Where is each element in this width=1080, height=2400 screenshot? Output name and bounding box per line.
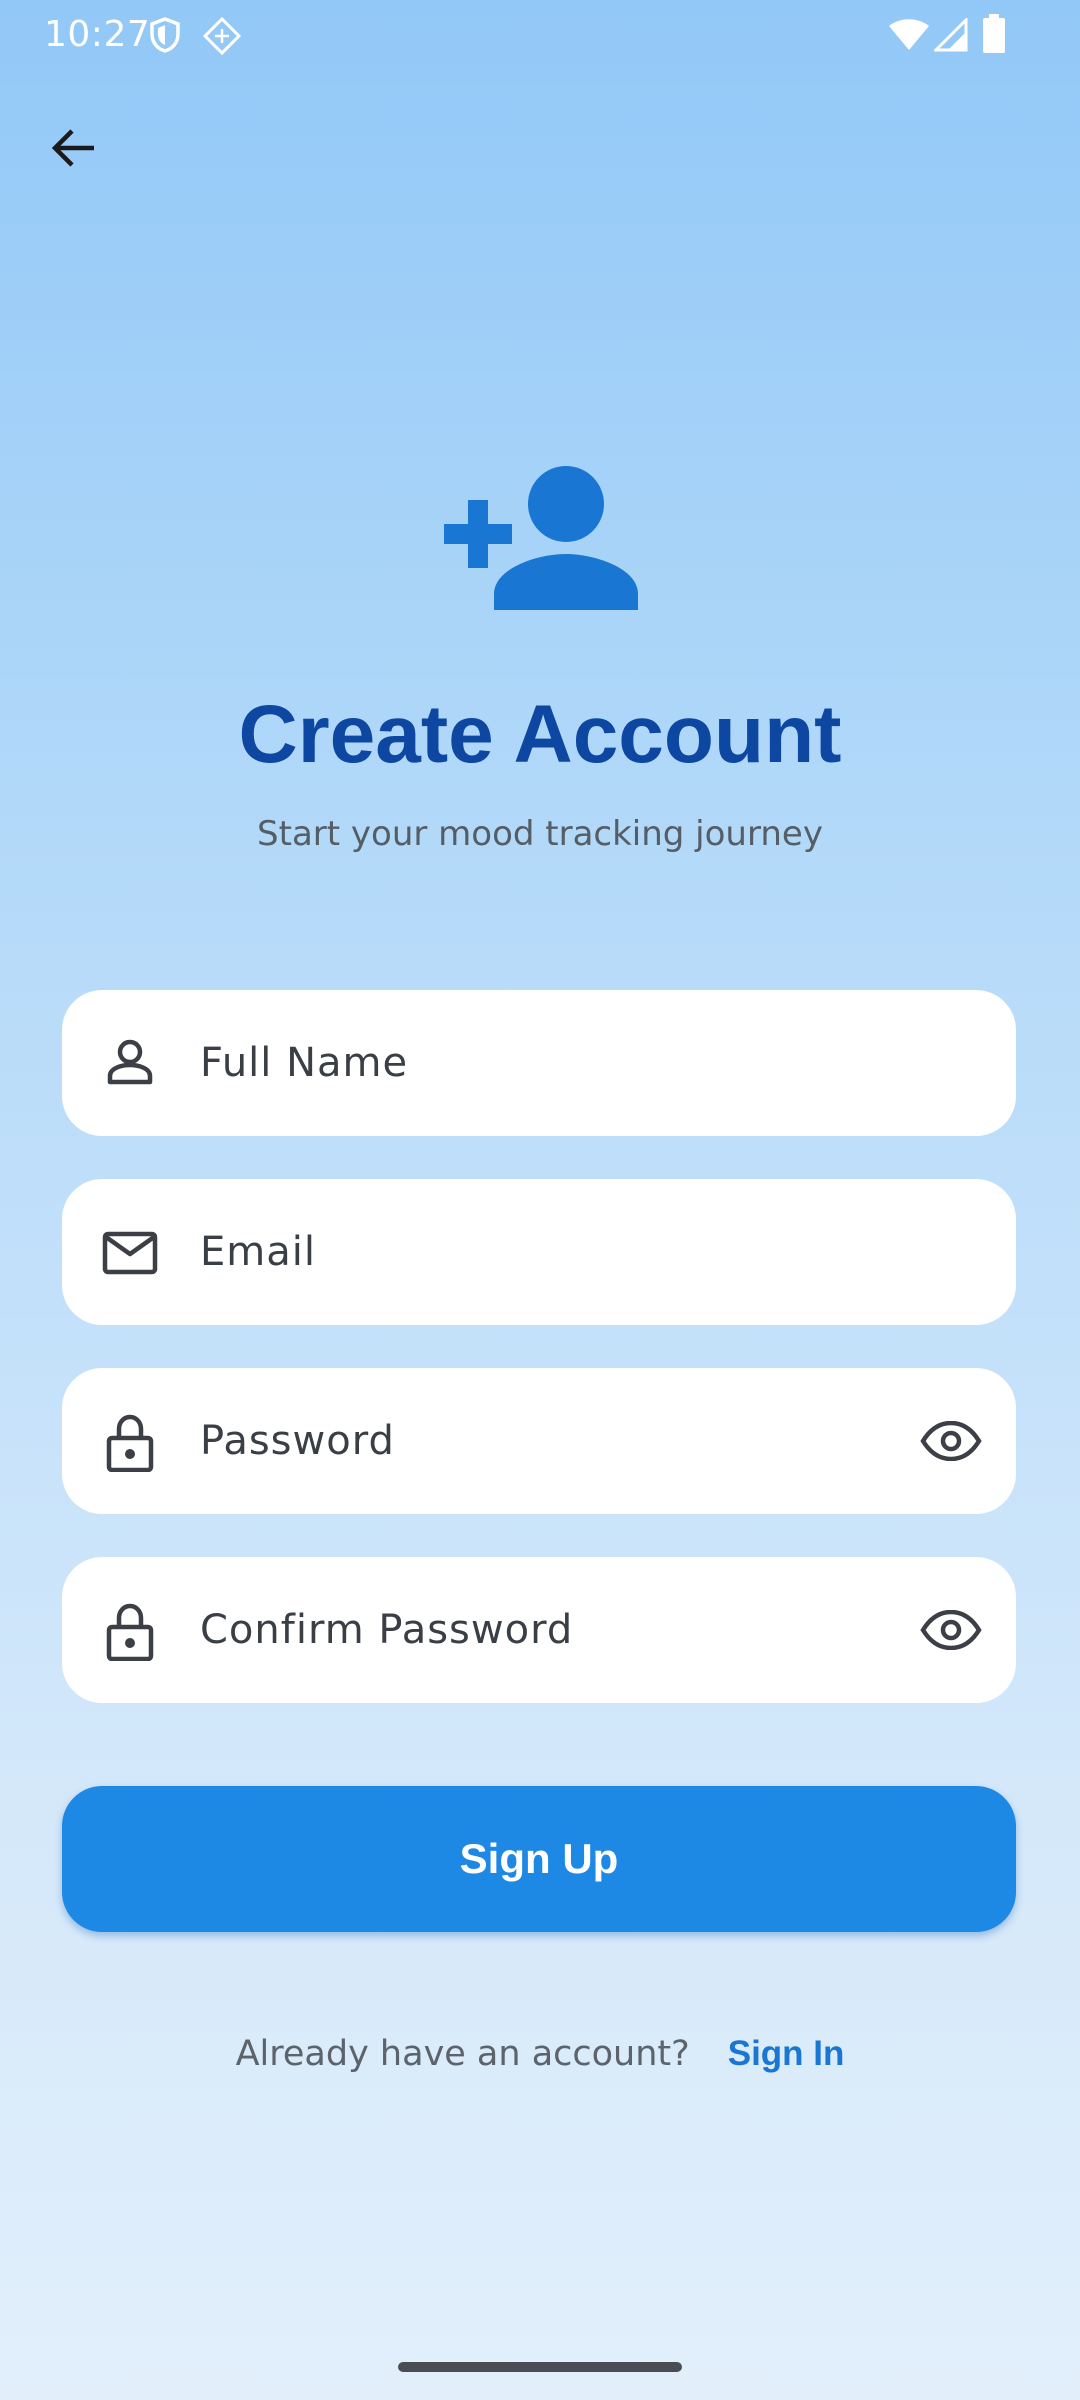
signal-icon [934, 18, 968, 52]
password-visibility-toggle[interactable] [914, 1404, 988, 1478]
page-subtitle: Start your mood tracking journey [257, 814, 823, 854]
wifi-icon [889, 19, 929, 50]
mail-icon [102, 1231, 158, 1275]
person-icon [107, 1039, 153, 1085]
email-placeholder: Email [200, 1229, 316, 1275]
confirm-password-field[interactable]: Confirm Password [62, 1557, 1016, 1703]
sign-in-prompt-text: Already have an account? [235, 2034, 690, 2074]
page-title: Create Account [238, 689, 842, 780]
sign-in-link[interactable]: Sign In [728, 2034, 845, 2073]
confirm-password-placeholder: Confirm Password [200, 1607, 574, 1653]
sign-in-prompt: Already have an account? Sign In [0, 2034, 1080, 2074]
sign-up-label: Sign Up [459, 1835, 619, 1882]
battery-icon [983, 14, 1005, 53]
sign-up-button[interactable]: Sign Up [62, 1786, 1016, 1932]
eye-icon [920, 1421, 982, 1461]
back-button[interactable] [36, 110, 112, 186]
home-indicator[interactable] [398, 2362, 682, 2372]
status-bar: 10:27 [0, 0, 1080, 72]
confirm-password-visibility-toggle[interactable] [914, 1593, 988, 1667]
password-field[interactable]: Password [62, 1368, 1016, 1514]
full-name-field[interactable]: Full Name [62, 990, 1016, 1136]
lock-icon [106, 1414, 154, 1472]
password-placeholder: Password [200, 1418, 395, 1464]
shield-icon [150, 17, 180, 53]
diamond-grid-icon [202, 16, 242, 56]
person-add-icon [444, 466, 638, 610]
arrow-back-icon [51, 129, 94, 167]
lock-icon [106, 1603, 154, 1661]
status-time: 10:27 [44, 14, 151, 55]
email-field[interactable]: Email [62, 1179, 1016, 1325]
eye-icon [920, 1610, 982, 1650]
full-name-placeholder: Full Name [200, 1040, 409, 1086]
